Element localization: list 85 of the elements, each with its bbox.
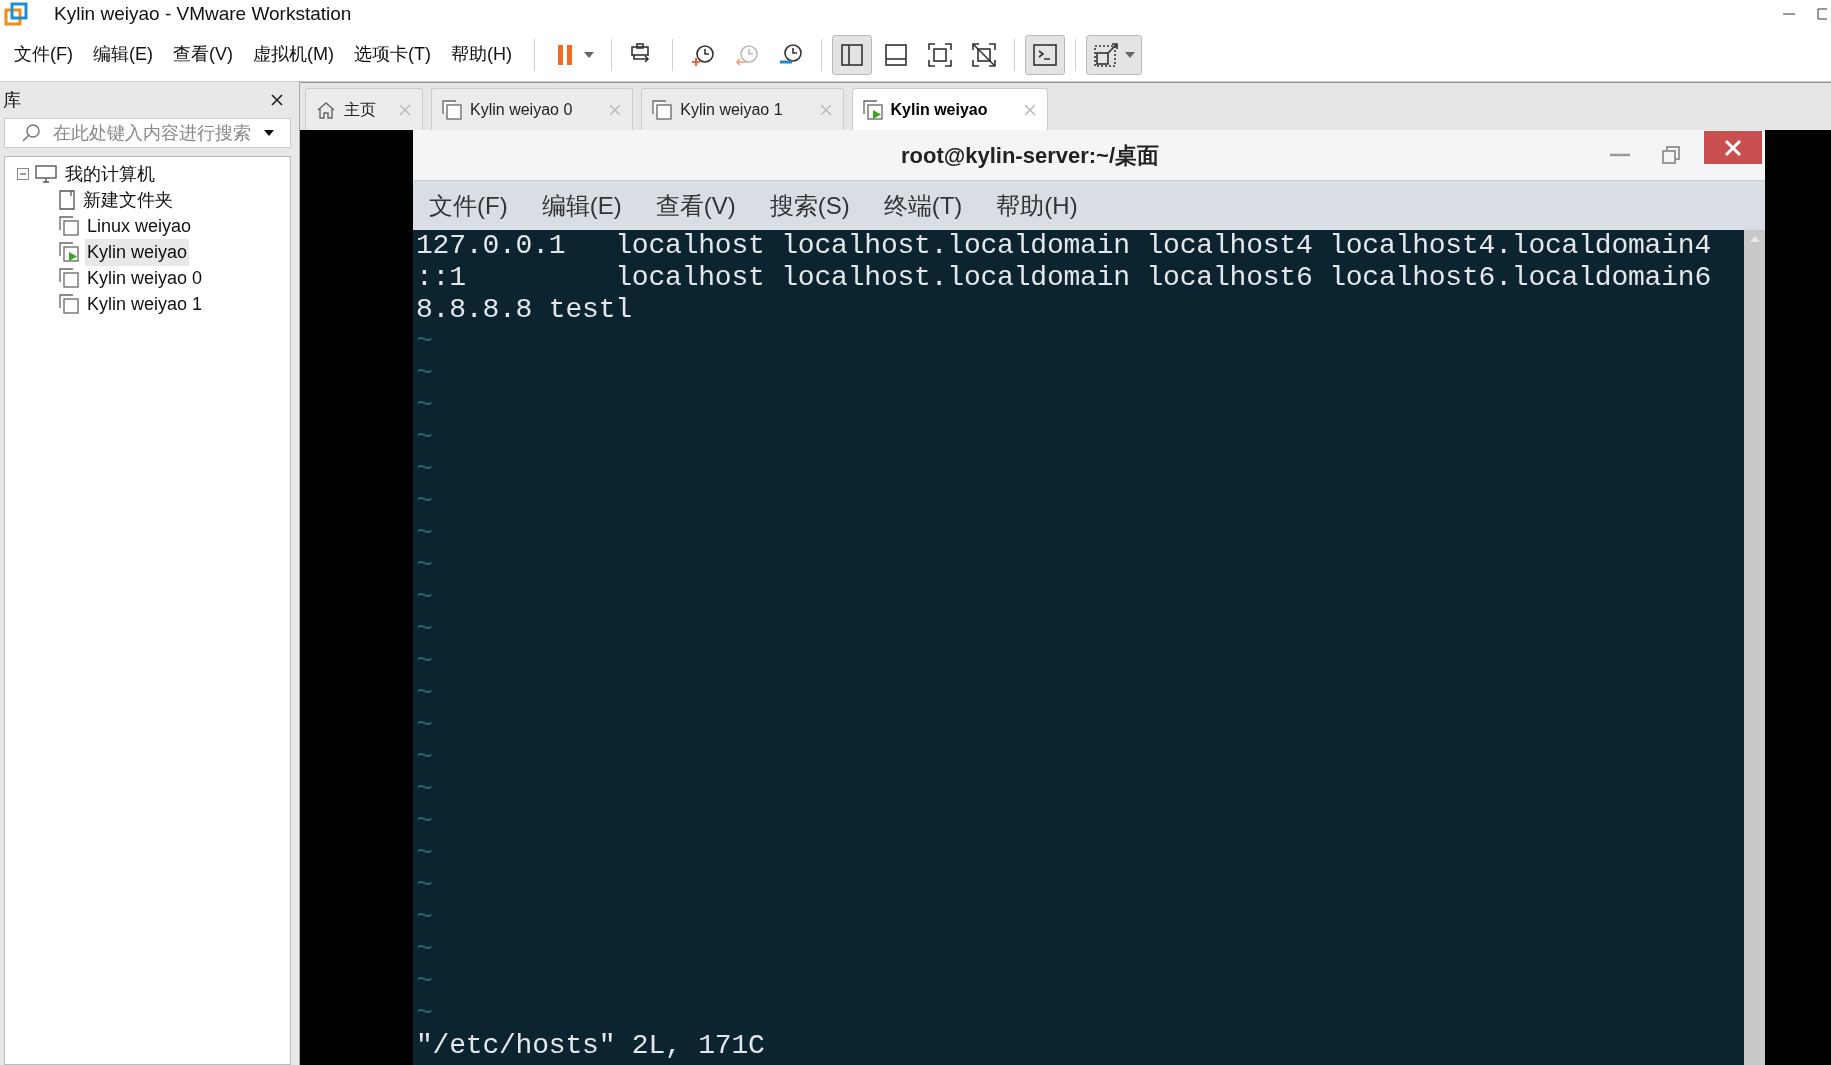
monitor-icon	[35, 165, 57, 183]
tree-item[interactable]: Kylin weiyao 0	[85, 264, 205, 292]
menu-item[interactable]: 查看(V)	[655, 187, 736, 224]
menu-item[interactable]: 编辑(E)	[541, 187, 622, 224]
menu-item[interactable]: 选项卡(T)	[347, 41, 437, 68]
menu-item[interactable]: 编辑(E)	[87, 41, 159, 68]
bottom-panel-icon	[882, 41, 909, 68]
crossed-screen-icon	[970, 41, 997, 68]
restore-icon[interactable]	[1662, 146, 1680, 164]
empty-line-marker: ~	[416, 614, 433, 646]
vm-icon	[59, 294, 79, 314]
menu-item[interactable]: 文件(F)	[429, 187, 508, 224]
tree-item[interactable]: Linux weiyao	[85, 212, 194, 240]
toolbar-button[interactable]	[1024, 34, 1065, 75]
terminal-line: 127.0.0.1 localhost localhost.localdomain localhost4 localhost4.localdomain4	[416, 230, 1711, 262]
empty-line-marker: ~	[416, 646, 433, 678]
caret-icon	[583, 51, 594, 58]
menu-item[interactable]: 终端(T)	[883, 187, 963, 224]
vm-icon	[442, 99, 462, 120]
caret-icon	[264, 130, 274, 136]
tree-item[interactable]: Kylin weiyao 1	[85, 290, 205, 318]
terminal-line: ::1 localhost localhost.localdomain localhost6 localhost6.localdomain6	[416, 262, 1711, 294]
menu-item[interactable]: 帮助(H)	[996, 187, 1078, 224]
menu-item[interactable]: 文件(F)	[8, 41, 79, 68]
tab[interactable]: 主页	[305, 88, 423, 130]
empty-line-marker: ~	[416, 774, 433, 806]
search-icon	[21, 123, 41, 143]
terminal-icon	[1031, 41, 1058, 68]
sidebar-layout-icon	[838, 41, 865, 68]
search-field[interactable]: 在此处键入内容进行搜索	[4, 118, 291, 148]
empty-line-marker: ~	[416, 902, 433, 934]
empty-line-marker: ~	[416, 998, 433, 1030]
empty-line-marker: ~	[416, 390, 433, 422]
vm-icon	[59, 216, 79, 236]
fullscreen-icon	[926, 41, 953, 68]
empty-line-marker: ~	[416, 422, 433, 454]
toolbar-button[interactable]	[831, 34, 872, 75]
minus-icon	[19, 170, 27, 178]
empty-line-marker: ~	[416, 678, 433, 710]
maximize-icon[interactable]	[1817, 8, 1827, 20]
empty-line-marker: ~	[416, 838, 433, 870]
close-icon	[1724, 138, 1742, 157]
close-icon[interactable]	[270, 93, 284, 107]
empty-line-marker: ~	[416, 454, 433, 486]
stretch-icon	[1092, 41, 1119, 68]
running-vm-icon	[862, 99, 883, 120]
menu-item[interactable]: 帮助(H)	[444, 41, 518, 68]
panel-title: 库	[3, 88, 21, 112]
menu-item[interactable]: 虚拟机(M)	[247, 41, 340, 68]
document-icon	[59, 190, 75, 210]
tab[interactable]: Kylin weiyao 0	[431, 88, 634, 130]
window-title: Kylin weiyao - VMware Workstation	[54, 1, 352, 26]
empty-line-marker: ~	[416, 582, 433, 614]
vm-icon	[652, 99, 673, 120]
vm-icon	[59, 268, 79, 288]
minimize-icon[interactable]	[1610, 153, 1630, 157]
toolbar-button[interactable]	[1085, 34, 1142, 75]
tree-item[interactable]: 新建文件夹	[81, 186, 175, 214]
empty-line-marker: ~	[416, 934, 433, 966]
home-icon	[316, 100, 336, 119]
empty-line-marker: ~	[416, 742, 433, 774]
running-vm-icon	[59, 242, 79, 262]
menu-item[interactable]: 查看(V)	[167, 41, 239, 68]
empty-line-marker: ~	[416, 550, 433, 582]
app-logo-icon	[4, 2, 28, 26]
empty-line-marker: ~	[416, 710, 433, 742]
status-line: "/etc/hosts" 2L, 171C	[416, 1030, 765, 1062]
tab[interactable]: Kylin weiyao 1	[641, 88, 844, 130]
empty-line-marker: ~	[416, 326, 433, 358]
caret-icon	[1124, 51, 1135, 58]
close-button[interactable]	[1704, 131, 1762, 164]
empty-line-marker: ~	[416, 518, 433, 550]
tree-item[interactable]: Kylin weiyao	[85, 238, 190, 266]
tab[interactable]: Kylin weiyao	[851, 88, 1049, 130]
empty-line-marker: ~	[416, 486, 433, 518]
scrollbar[interactable]	[1744, 230, 1765, 1065]
empty-line-marker: ~	[416, 358, 433, 390]
empty-line-marker: ~	[416, 870, 433, 902]
tree-item[interactable]: 我的计算机	[63, 160, 157, 188]
empty-line-marker: ~	[416, 966, 433, 998]
collapse-toggle[interactable]	[17, 168, 29, 180]
terminal-title: root@kylin-server:~/桌面	[901, 141, 1160, 170]
terminal-line: 8.8.8.8 testl	[416, 294, 632, 326]
empty-line-marker: ~	[416, 806, 433, 838]
menu-item[interactable]: 搜索(S)	[769, 187, 850, 224]
